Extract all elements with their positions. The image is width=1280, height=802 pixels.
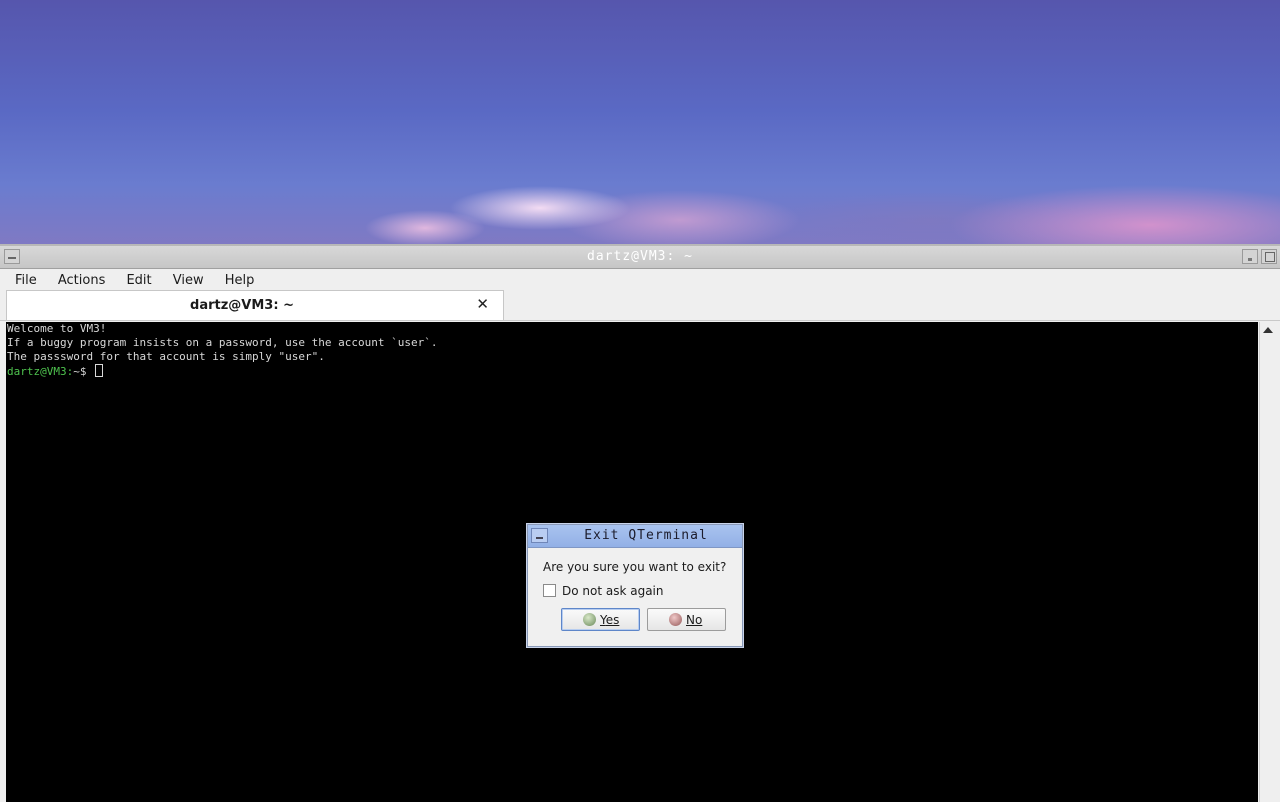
no-label: No xyxy=(686,613,702,627)
menu-edit[interactable]: Edit xyxy=(119,271,158,288)
prompt-user-host: dartz@VM3: xyxy=(7,365,74,378)
minimize-button[interactable] xyxy=(1242,249,1258,264)
menu-actions[interactable]: Actions xyxy=(51,271,113,288)
prompt-path: ~$ xyxy=(73,365,94,378)
terminal-line: Welcome to VM3! xyxy=(7,322,107,335)
terminal-line: If a buggy program insists on a password… xyxy=(7,336,438,349)
window-title: dartz@VM3: ~ xyxy=(587,249,693,264)
text-cursor xyxy=(95,364,104,377)
menu-view[interactable]: View xyxy=(166,271,211,288)
menubar: File Actions Edit View Help xyxy=(0,269,1280,289)
yes-label-rest: es xyxy=(605,613,620,627)
close-icon[interactable]: ✕ xyxy=(476,296,489,312)
no-mnemonic: N xyxy=(686,613,695,627)
no-button[interactable]: No xyxy=(647,608,726,631)
dialog-title: Exit QTerminal xyxy=(584,528,708,543)
tab-bar: dartz@VM3: ~ ✕ xyxy=(0,290,1280,321)
tab-label: dartz@VM3: ~ xyxy=(190,298,294,313)
dialog-question: Are you sure you want to exit? xyxy=(543,560,727,574)
no-label-rest: o xyxy=(694,613,703,627)
terminal-prompt-line: dartz@VM3:~$ xyxy=(6,364,1258,379)
qterminal-window: dartz@VM3: ~ File Actions Edit View Help… xyxy=(0,244,1280,802)
do-not-ask-checkbox[interactable] xyxy=(543,584,556,597)
tab-terminal[interactable]: dartz@VM3: ~ ✕ xyxy=(6,290,504,320)
scroll-up-arrow-icon[interactable] xyxy=(1263,327,1273,333)
yes-icon xyxy=(583,613,596,626)
dialog-menu-button[interactable] xyxy=(531,528,548,543)
no-icon xyxy=(669,613,682,626)
menu-file[interactable]: File xyxy=(8,271,44,288)
menu-help[interactable]: Help xyxy=(218,271,262,288)
yes-button[interactable]: Yes xyxy=(561,608,640,631)
yes-label: Yes xyxy=(600,613,619,627)
dialog-titlebar[interactable]: Exit QTerminal xyxy=(528,525,742,548)
terminal-scrollbar[interactable] xyxy=(1259,322,1275,802)
maximize-button[interactable] xyxy=(1261,249,1277,264)
window-right-edge xyxy=(1274,322,1280,802)
exit-dialog: Exit QTerminal Are you sure you want to … xyxy=(527,524,743,647)
do-not-ask-label[interactable]: Do not ask again xyxy=(562,584,664,598)
terminal-line: The passsword for that account is simply… xyxy=(7,350,325,363)
window-titlebar[interactable]: dartz@VM3: ~ xyxy=(0,246,1280,269)
desktop-wallpaper xyxy=(0,0,1280,246)
